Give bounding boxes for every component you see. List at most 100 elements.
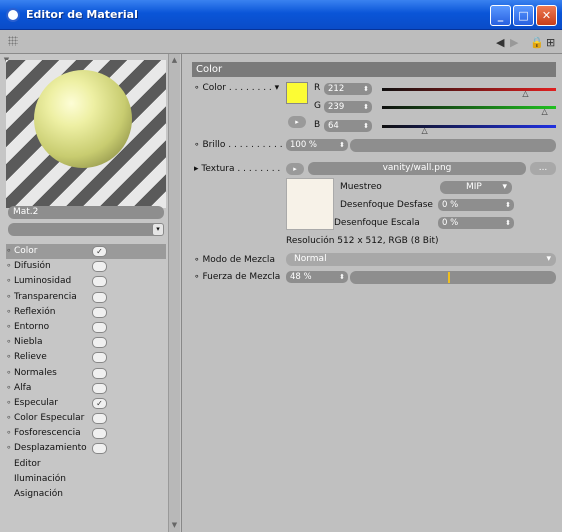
desenfoque-desfase-label: Desenfoque Desfase bbox=[340, 200, 433, 210]
preview-sphere bbox=[34, 70, 132, 168]
g-label: G bbox=[314, 101, 321, 111]
dropdown-icon: ▾ bbox=[502, 182, 507, 192]
modo-mezcla-dropdown[interactable]: Normal ▾ bbox=[286, 253, 556, 266]
texture-thumbnail[interactable] bbox=[286, 178, 334, 230]
channel-label: Reflexión bbox=[14, 306, 56, 317]
channel-checkbox[interactable] bbox=[92, 443, 107, 455]
channel-item[interactable]: Iluminación bbox=[6, 472, 166, 487]
channel-item[interactable]: Editor bbox=[6, 457, 166, 472]
close-button[interactable]: ✕ bbox=[536, 5, 557, 26]
fuerza-mezcla-field[interactable]: 48 % ⬍ bbox=[286, 271, 348, 283]
color-picker-button[interactable]: ▸ bbox=[288, 116, 306, 128]
spinner-icon[interactable]: ⬍ bbox=[505, 217, 511, 229]
channel-label: Niebla bbox=[14, 337, 43, 348]
material-select[interactable]: ▾ bbox=[8, 223, 164, 236]
app-icon bbox=[6, 8, 20, 22]
desenfoque-desfase-field[interactable]: 0 % ⬍ bbox=[438, 199, 514, 211]
channel-checkbox[interactable] bbox=[92, 321, 107, 333]
channel-item[interactable]: ∘ Reflexión bbox=[6, 305, 166, 320]
channel-item[interactable]: ∘ Especular ✓ bbox=[6, 396, 166, 411]
desenfoque-escala-field[interactable]: 0 % ⬍ bbox=[438, 217, 514, 229]
muestreo-dropdown[interactable]: MIP ▾ bbox=[440, 181, 512, 194]
channel-item[interactable]: ∘ Difusión bbox=[6, 259, 166, 274]
bullet-icon: ∘ bbox=[6, 291, 12, 302]
g-slider-thumb[interactable]: △ bbox=[542, 107, 548, 116]
material-preview[interactable] bbox=[6, 60, 166, 208]
dropdown-icon[interactable]: ▾ bbox=[152, 223, 164, 236]
color-label: ∘ Color . . . . . . . . ▾ bbox=[194, 83, 280, 93]
left-scrollbar[interactable]: ▲ ▼ bbox=[168, 54, 180, 532]
channel-checkbox[interactable] bbox=[92, 382, 107, 394]
lock-icon[interactable]: 🔒 bbox=[530, 36, 544, 49]
forward-arrow-icon[interactable]: ▶ bbox=[510, 36, 518, 49]
channel-list: ∘ Color ✓ ∘ Difusión ∘ Luminosidad ∘ Transparenc… bbox=[6, 244, 166, 502]
r-slider-thumb[interactable]: △ bbox=[522, 89, 528, 98]
scroll-up-icon[interactable]: ▲ bbox=[170, 56, 179, 65]
fuerza-mezcla-slider[interactable] bbox=[350, 271, 556, 284]
channel-item[interactable]: Asignación bbox=[6, 487, 166, 502]
brillo-field[interactable]: 100 % ⬍ bbox=[286, 139, 348, 151]
maximize-button[interactable]: □ bbox=[513, 5, 534, 26]
new-window-icon[interactable]: ⊞ bbox=[546, 36, 555, 49]
channel-item[interactable]: ∘ Color Especular bbox=[6, 411, 166, 426]
channel-label: Especular bbox=[14, 397, 58, 408]
channel-checkbox[interactable] bbox=[92, 367, 107, 379]
spinner-icon[interactable]: ⬍ bbox=[363, 101, 369, 113]
g-slider[interactable] bbox=[382, 106, 556, 109]
channel-checkbox[interactable] bbox=[92, 428, 107, 440]
b-label: B bbox=[314, 120, 321, 130]
back-arrow-icon[interactable]: ◀ bbox=[496, 36, 504, 49]
spinner-icon[interactable]: ⬍ bbox=[339, 271, 345, 283]
texture-browse-button[interactable]: ... bbox=[530, 162, 556, 175]
brillo-slider[interactable] bbox=[350, 139, 556, 152]
r-value: 212 bbox=[328, 84, 345, 94]
spinner-icon[interactable]: ⬍ bbox=[363, 83, 369, 95]
channel-checkbox[interactable] bbox=[92, 261, 107, 273]
channel-label: Transparencia bbox=[14, 291, 77, 302]
bullet-icon: ∘ bbox=[6, 428, 12, 439]
channel-item[interactable]: ∘ Entorno bbox=[6, 320, 166, 335]
g-value: 239 bbox=[328, 102, 345, 112]
channel-item[interactable]: ∘ Alfa bbox=[6, 381, 166, 396]
window-titlebar: Editor de Material _ □ ✕ bbox=[0, 0, 562, 30]
texture-options-button[interactable]: ▸ bbox=[286, 163, 304, 175]
r-value-field[interactable]: 212 ⬍ bbox=[324, 83, 372, 95]
channel-item[interactable]: ∘ Luminosidad bbox=[6, 274, 166, 289]
checkmark-icon[interactable]: ✓ bbox=[92, 397, 107, 409]
channel-item[interactable]: ∘ Fosforescencia bbox=[6, 426, 166, 441]
scroll-down-icon[interactable]: ▼ bbox=[170, 521, 179, 530]
brillo-value: 100 % bbox=[290, 140, 318, 150]
r-slider[interactable] bbox=[382, 88, 556, 91]
spinner-icon[interactable]: ⬍ bbox=[363, 120, 369, 132]
channel-item[interactable]: ∘ Color ✓ bbox=[6, 244, 166, 260]
b-slider[interactable] bbox=[382, 125, 556, 128]
channel-checkbox[interactable] bbox=[92, 276, 107, 288]
resolution-info: Resolución 512 x 512, RGB (8 Bit) bbox=[286, 236, 439, 246]
channel-item[interactable]: ∘ Relieve bbox=[6, 350, 166, 365]
channel-checkbox[interactable] bbox=[92, 291, 107, 303]
properties-panel: Color ∘ Color . . . . . . . . ▾ ▸ R 212 ⬍… bbox=[186, 58, 562, 532]
b-value-field[interactable]: 64 ⬍ bbox=[324, 120, 372, 132]
channel-item[interactable]: ∘ Normales bbox=[6, 366, 166, 381]
channel-checkbox[interactable] bbox=[92, 352, 107, 364]
spinner-icon[interactable]: ⬍ bbox=[339, 139, 345, 151]
channel-label: Luminosidad bbox=[14, 276, 72, 287]
material-name-field[interactable]: Mat.2 bbox=[8, 206, 164, 219]
checkmark-icon[interactable]: ✓ bbox=[92, 246, 107, 257]
g-value-field[interactable]: 239 ⬍ bbox=[324, 101, 372, 113]
channel-item[interactable]: ∘ Transparencia bbox=[6, 290, 166, 305]
texture-file-field[interactable]: vanity/wall.png bbox=[308, 162, 526, 175]
channel-item[interactable]: ∘ Desplazamiento bbox=[6, 441, 166, 456]
channel-item[interactable]: ∘ Niebla bbox=[6, 335, 166, 350]
grip-icon[interactable] bbox=[8, 36, 18, 46]
r-label: R bbox=[314, 83, 321, 93]
minimize-button[interactable]: _ bbox=[490, 5, 511, 26]
b-slider-thumb[interactable]: △ bbox=[422, 126, 428, 135]
fuerza-mezcla-thumb[interactable] bbox=[447, 272, 450, 283]
channel-checkbox[interactable] bbox=[92, 413, 107, 425]
channel-checkbox[interactable] bbox=[92, 337, 107, 349]
spinner-icon[interactable]: ⬍ bbox=[505, 199, 511, 211]
channel-checkbox[interactable] bbox=[92, 306, 107, 318]
color-swatch[interactable] bbox=[286, 82, 308, 104]
channel-label: Color bbox=[14, 246, 38, 256]
